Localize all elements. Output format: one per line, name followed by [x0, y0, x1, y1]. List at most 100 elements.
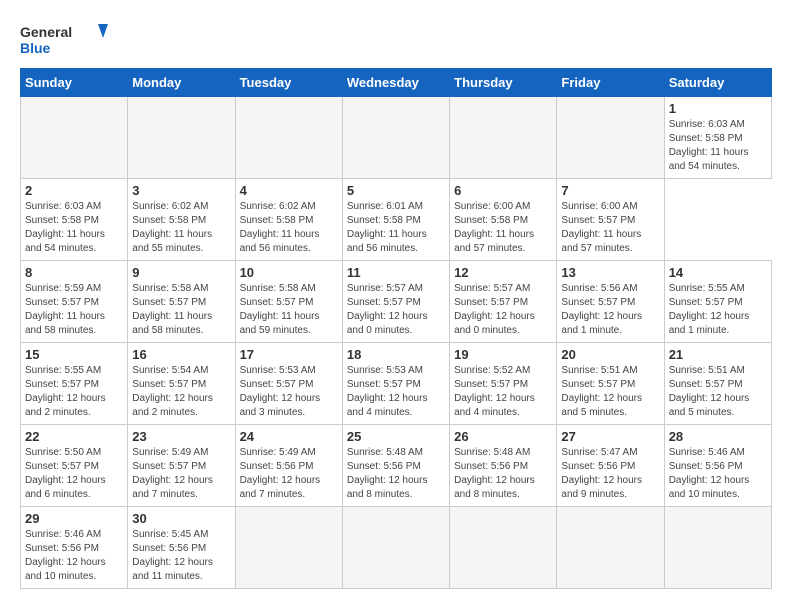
- day-number: 10: [240, 265, 338, 280]
- day-detail: Sunrise: 5:51 AMSunset: 5:57 PMDaylight:…: [561, 364, 659, 420]
- calendar-day: 14 Sunrise: 5:55 AMSunset: 5:57 PMDayligh…: [664, 261, 771, 343]
- day-detail: Sunrise: 5:58 AMSunset: 5:57 PMDaylight:…: [132, 282, 230, 338]
- svg-text:General: General: [20, 24, 72, 40]
- day-detail: Sunrise: 5:48 AMSunset: 5:56 PMDaylight:…: [454, 446, 552, 502]
- day-detail: Sunrise: 5:57 AMSunset: 5:57 PMDaylight:…: [454, 282, 552, 338]
- calendar-day-empty: [342, 97, 449, 179]
- calendar-day: 29Sunrise: 5:46 AMSunset: 5:56 PMDayligh…: [21, 507, 128, 589]
- day-detail: Sunrise: 6:02 AMSunset: 5:58 PMDaylight:…: [132, 200, 230, 256]
- calendar-day: 23 Sunrise: 5:49 AMSunset: 5:57 PMDayligh…: [128, 425, 235, 507]
- day-number: 24: [240, 429, 338, 444]
- day-detail: Sunrise: 6:01 AMSunset: 5:58 PMDaylight:…: [347, 200, 445, 256]
- calendar-day-empty: [235, 507, 342, 589]
- day-detail: Sunrise: 5:55 AMSunset: 5:57 PMDaylight:…: [25, 364, 123, 420]
- calendar-day: 28 Sunrise: 5:46 AMSunset: 5:56 PMDayligh…: [664, 425, 771, 507]
- calendar-day: 16 Sunrise: 5:54 AMSunset: 5:57 PMDayligh…: [128, 343, 235, 425]
- day-detail: Sunrise: 6:03 AMSunset: 5:58 PMDaylight:…: [669, 118, 767, 174]
- day-detail: Sunrise: 5:46 AMSunset: 5:56 PMDaylight:…: [669, 446, 767, 502]
- calendar-day-empty: [450, 507, 557, 589]
- calendar-day: 25Sunrise: 5:48 AMSunset: 5:56 PMDayligh…: [342, 425, 449, 507]
- day-number: 4: [240, 183, 338, 198]
- header-day: Sunday: [21, 69, 128, 97]
- calendar-day-empty: [128, 97, 235, 179]
- day-detail: Sunrise: 5:59 AMSunset: 5:57 PMDaylight:…: [25, 282, 123, 338]
- day-number: 23: [132, 429, 230, 444]
- calendar-day: 20Sunrise: 5:51 AMSunset: 5:57 PMDayligh…: [557, 343, 664, 425]
- day-number: 29: [25, 511, 123, 526]
- day-detail: Sunrise: 5:53 AMSunset: 5:57 PMDaylight:…: [347, 364, 445, 420]
- calendar-day-empty: [557, 97, 664, 179]
- calendar-week-row: 29Sunrise: 5:46 AMSunset: 5:56 PMDayligh…: [21, 507, 772, 589]
- calendar-week-row: 22 Sunrise: 5:50 AMSunset: 5:57 PMDayligh…: [21, 425, 772, 507]
- header-day: Monday: [128, 69, 235, 97]
- day-detail: Sunrise: 5:53 AMSunset: 5:57 PMDaylight:…: [240, 364, 338, 420]
- header-day: Saturday: [664, 69, 771, 97]
- day-number: 22: [25, 429, 123, 444]
- calendar-day: 17Sunrise: 5:53 AMSunset: 5:57 PMDayligh…: [235, 343, 342, 425]
- day-detail: Sunrise: 6:03 AMSunset: 5:58 PMDaylight:…: [25, 200, 123, 256]
- day-detail: Sunrise: 6:00 AMSunset: 5:58 PMDaylight:…: [454, 200, 552, 256]
- day-detail: Sunrise: 5:49 AMSunset: 5:57 PMDaylight:…: [132, 446, 230, 502]
- calendar-day: 27 Sunrise: 5:47 AMSunset: 5:56 PMDayligh…: [557, 425, 664, 507]
- logo: General Blue: [20, 20, 110, 58]
- day-detail: Sunrise: 6:02 AMSunset: 5:58 PMDaylight:…: [240, 200, 338, 256]
- calendar-week-row: 1 Sunrise: 6:03 AMSunset: 5:58 PMDaylight…: [21, 97, 772, 179]
- header-day: Friday: [557, 69, 664, 97]
- calendar-day-empty: [235, 97, 342, 179]
- day-number: 19: [454, 347, 552, 362]
- calendar-day-empty: [450, 97, 557, 179]
- day-number: 9: [132, 265, 230, 280]
- calendar-day: 11Sunrise: 5:57 AMSunset: 5:57 PMDayligh…: [342, 261, 449, 343]
- day-number: 12: [454, 265, 552, 280]
- day-detail: Sunrise: 5:45 AMSunset: 5:56 PMDaylight:…: [132, 528, 230, 584]
- day-number: 6: [454, 183, 552, 198]
- calendar-body: 1 Sunrise: 6:03 AMSunset: 5:58 PMDaylight…: [21, 97, 772, 589]
- calendar-day: 9 Sunrise: 5:58 AMSunset: 5:57 PMDaylight…: [128, 261, 235, 343]
- day-number: 5: [347, 183, 445, 198]
- calendar-week-row: 15 Sunrise: 5:55 AMSunset: 5:57 PMDayligh…: [21, 343, 772, 425]
- day-detail: Sunrise: 5:52 AMSunset: 5:57 PMDaylight:…: [454, 364, 552, 420]
- day-detail: Sunrise: 5:47 AMSunset: 5:56 PMDaylight:…: [561, 446, 659, 502]
- header-row: SundayMondayTuesdayWednesdayThursdayFrid…: [21, 69, 772, 97]
- day-detail: Sunrise: 5:51 AMSunset: 5:57 PMDaylight:…: [669, 364, 767, 420]
- day-number: 27: [561, 429, 659, 444]
- page-header: General Blue: [20, 20, 772, 58]
- day-number: 15: [25, 347, 123, 362]
- day-number: 21: [669, 347, 767, 362]
- calendar-day: 19 Sunrise: 5:52 AMSunset: 5:57 PMDayligh…: [450, 343, 557, 425]
- day-number: 30: [132, 511, 230, 526]
- day-number: 18: [347, 347, 445, 362]
- calendar-day: 1 Sunrise: 6:03 AMSunset: 5:58 PMDaylight…: [664, 97, 771, 179]
- logo-svg: General Blue: [20, 20, 110, 58]
- day-number: 14: [669, 265, 767, 280]
- day-number: 1: [669, 101, 767, 116]
- day-detail: Sunrise: 5:49 AMSunset: 5:56 PMDaylight:…: [240, 446, 338, 502]
- day-number: 7: [561, 183, 659, 198]
- day-number: 3: [132, 183, 230, 198]
- calendar-week-row: 8 Sunrise: 5:59 AMSunset: 5:57 PMDaylight…: [21, 261, 772, 343]
- day-number: 8: [25, 265, 123, 280]
- day-detail: Sunrise: 5:55 AMSunset: 5:57 PMDaylight:…: [669, 282, 767, 338]
- header-day: Wednesday: [342, 69, 449, 97]
- day-detail: Sunrise: 5:54 AMSunset: 5:57 PMDaylight:…: [132, 364, 230, 420]
- day-number: 28: [669, 429, 767, 444]
- calendar-day: 8 Sunrise: 5:59 AMSunset: 5:57 PMDaylight…: [21, 261, 128, 343]
- calendar-day-empty: [664, 507, 771, 589]
- day-number: 16: [132, 347, 230, 362]
- day-detail: Sunrise: 5:50 AMSunset: 5:57 PMDaylight:…: [25, 446, 123, 502]
- calendar-week-row: 2Sunrise: 6:03 AMSunset: 5:58 PMDaylight…: [21, 179, 772, 261]
- calendar-day: 24 Sunrise: 5:49 AMSunset: 5:56 PMDayligh…: [235, 425, 342, 507]
- day-detail: Sunrise: 5:57 AMSunset: 5:57 PMDaylight:…: [347, 282, 445, 338]
- calendar-day: 5 Sunrise: 6:01 AMSunset: 5:58 PMDaylight…: [342, 179, 449, 261]
- day-detail: Sunrise: 5:56 AMSunset: 5:57 PMDaylight:…: [561, 282, 659, 338]
- calendar-day: 12 Sunrise: 5:57 AMSunset: 5:57 PMDayligh…: [450, 261, 557, 343]
- calendar-day: 10Sunrise: 5:58 AMSunset: 5:57 PMDayligh…: [235, 261, 342, 343]
- day-number: 25: [347, 429, 445, 444]
- calendar-table: SundayMondayTuesdayWednesdayThursdayFrid…: [20, 68, 772, 589]
- calendar-day-empty: [21, 97, 128, 179]
- day-number: 13: [561, 265, 659, 280]
- calendar-day: 2Sunrise: 6:03 AMSunset: 5:58 PMDaylight…: [21, 179, 128, 261]
- calendar-day: 18 Sunrise: 5:53 AMSunset: 5:57 PMDayligh…: [342, 343, 449, 425]
- header-day: Thursday: [450, 69, 557, 97]
- calendar-day: 21 Sunrise: 5:51 AMSunset: 5:57 PMDayligh…: [664, 343, 771, 425]
